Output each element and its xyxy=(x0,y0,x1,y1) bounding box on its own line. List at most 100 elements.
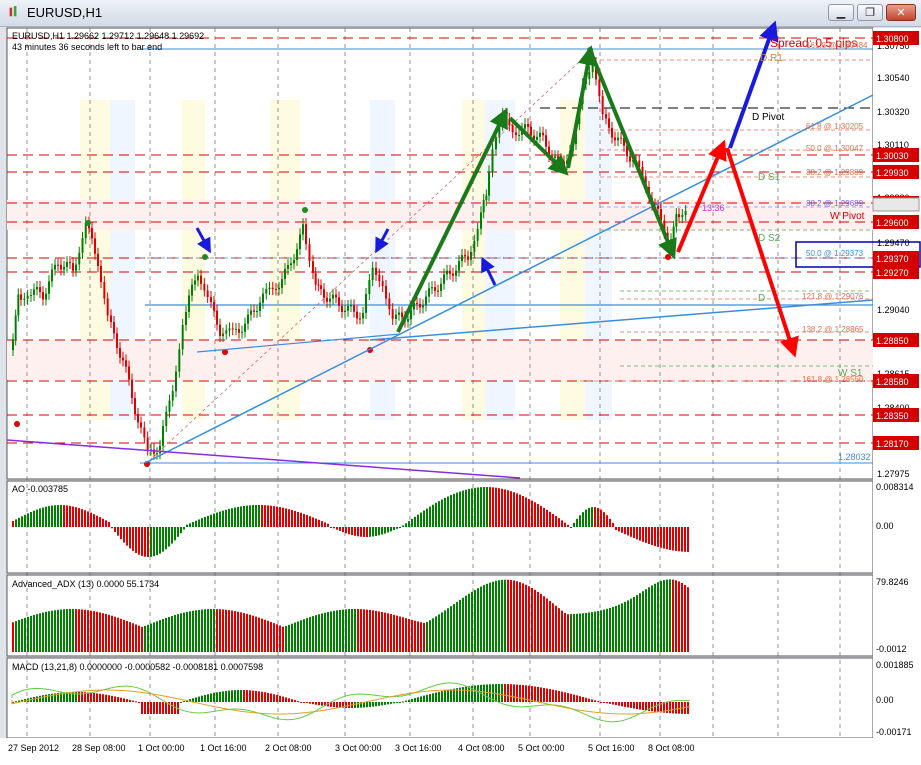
candle-body xyxy=(480,212,482,229)
ao-bar xyxy=(657,527,659,547)
candle-body xyxy=(278,287,280,290)
macd-bar xyxy=(393,702,395,704)
adx-bar xyxy=(42,612,44,652)
ao-bar xyxy=(675,527,677,551)
ao-bar xyxy=(114,527,116,533)
ao-bar xyxy=(117,527,119,536)
daily-s1-label: D S1 xyxy=(758,172,781,183)
macd-bar xyxy=(636,702,638,710)
adx-bar xyxy=(489,582,491,652)
adx-bar xyxy=(231,610,233,652)
ao-bar xyxy=(165,527,167,550)
adx-bar xyxy=(192,610,194,652)
ao-bar xyxy=(522,495,524,527)
candle-body xyxy=(332,294,334,299)
macd-bar xyxy=(618,702,620,706)
ao-bar xyxy=(624,527,626,535)
macd-bar xyxy=(123,698,125,702)
adx-bar xyxy=(246,613,248,652)
adx-bar xyxy=(144,625,146,652)
ao-bar xyxy=(285,508,287,527)
macd-bar xyxy=(195,697,197,702)
ao-bar xyxy=(561,520,563,527)
time-label: 27 Sep 2012 xyxy=(8,743,59,753)
macd-bar xyxy=(501,684,503,702)
macd-bar xyxy=(210,693,212,702)
ao-bar xyxy=(231,508,233,527)
adx-bar xyxy=(468,593,470,652)
adx-bar xyxy=(348,609,350,652)
macd-bar xyxy=(174,702,176,714)
macd-bar xyxy=(582,696,584,702)
adx-bar xyxy=(267,620,269,652)
candle-body xyxy=(213,302,215,311)
adx-bar xyxy=(129,622,131,652)
candle-body xyxy=(296,249,298,260)
candle-body xyxy=(470,251,472,260)
adx-bar xyxy=(675,580,677,652)
time-label: 2 Oct 08:00 xyxy=(265,743,312,753)
ao-bar xyxy=(294,510,296,527)
ao-bar xyxy=(75,507,77,527)
daily-pivot-label: D Pivot xyxy=(752,112,784,123)
candle-body xyxy=(281,279,283,288)
ao-bar xyxy=(567,524,569,527)
pivot-zone xyxy=(7,200,873,230)
candle-body xyxy=(185,312,187,325)
adx-bar xyxy=(243,613,245,652)
fib-label-5: 50.0 @ 1.29373 xyxy=(806,249,864,258)
candle-body xyxy=(678,214,680,218)
ao-bar xyxy=(525,497,527,527)
adx-bar xyxy=(498,580,500,652)
macd-bar xyxy=(627,702,629,708)
candle-body xyxy=(66,262,68,267)
candle-body xyxy=(437,290,439,292)
macd-bar xyxy=(642,702,644,711)
ao-bar xyxy=(372,527,374,537)
candle-body xyxy=(518,134,520,136)
candle-body xyxy=(488,171,490,196)
candle-body xyxy=(203,283,206,291)
candle-body xyxy=(253,310,255,312)
candle-body xyxy=(75,264,77,271)
macd-bar xyxy=(408,699,410,702)
candle-body xyxy=(467,256,469,260)
macd-bar xyxy=(519,684,521,702)
price-tick: 1.29040 xyxy=(877,305,910,315)
ao-bar xyxy=(423,510,425,527)
candle-body xyxy=(143,427,146,438)
macd-bar xyxy=(36,696,38,702)
adx-bar xyxy=(291,623,293,652)
adx-bar xyxy=(339,609,341,652)
ao-bar xyxy=(369,527,371,537)
adx-bar xyxy=(582,613,584,652)
macd-bar xyxy=(405,700,407,702)
adx-bar xyxy=(225,609,227,652)
adx-bar xyxy=(645,589,647,652)
macd-bar xyxy=(549,689,551,702)
candle-body xyxy=(140,422,142,428)
ao-bar xyxy=(138,527,140,555)
ao-bar xyxy=(612,522,614,527)
candle-body xyxy=(122,357,124,361)
candle-body xyxy=(395,314,397,319)
macd-bar xyxy=(165,702,167,714)
ao-bar xyxy=(558,518,560,527)
macd-bar xyxy=(321,702,323,706)
daily-s2-label: D S2 xyxy=(758,233,781,244)
adx-bar xyxy=(564,613,566,652)
adx-bar xyxy=(132,623,134,652)
ao-bar xyxy=(174,527,176,541)
main-price-panel[interactable] xyxy=(6,27,874,480)
candle-body xyxy=(14,315,17,340)
macd-bar xyxy=(171,702,173,714)
macd-bar xyxy=(258,691,260,702)
ao-bar xyxy=(645,527,647,543)
ao-bar xyxy=(648,527,650,545)
macd-bar xyxy=(669,702,671,714)
ao-bar xyxy=(498,488,500,527)
adx-bar xyxy=(30,615,32,652)
adx-bar xyxy=(75,609,77,652)
macd-bar xyxy=(588,698,590,702)
chart-canvas[interactable]: EURUSD,H1 1.29662 1.29712 1.29648 1.2969… xyxy=(0,0,921,765)
